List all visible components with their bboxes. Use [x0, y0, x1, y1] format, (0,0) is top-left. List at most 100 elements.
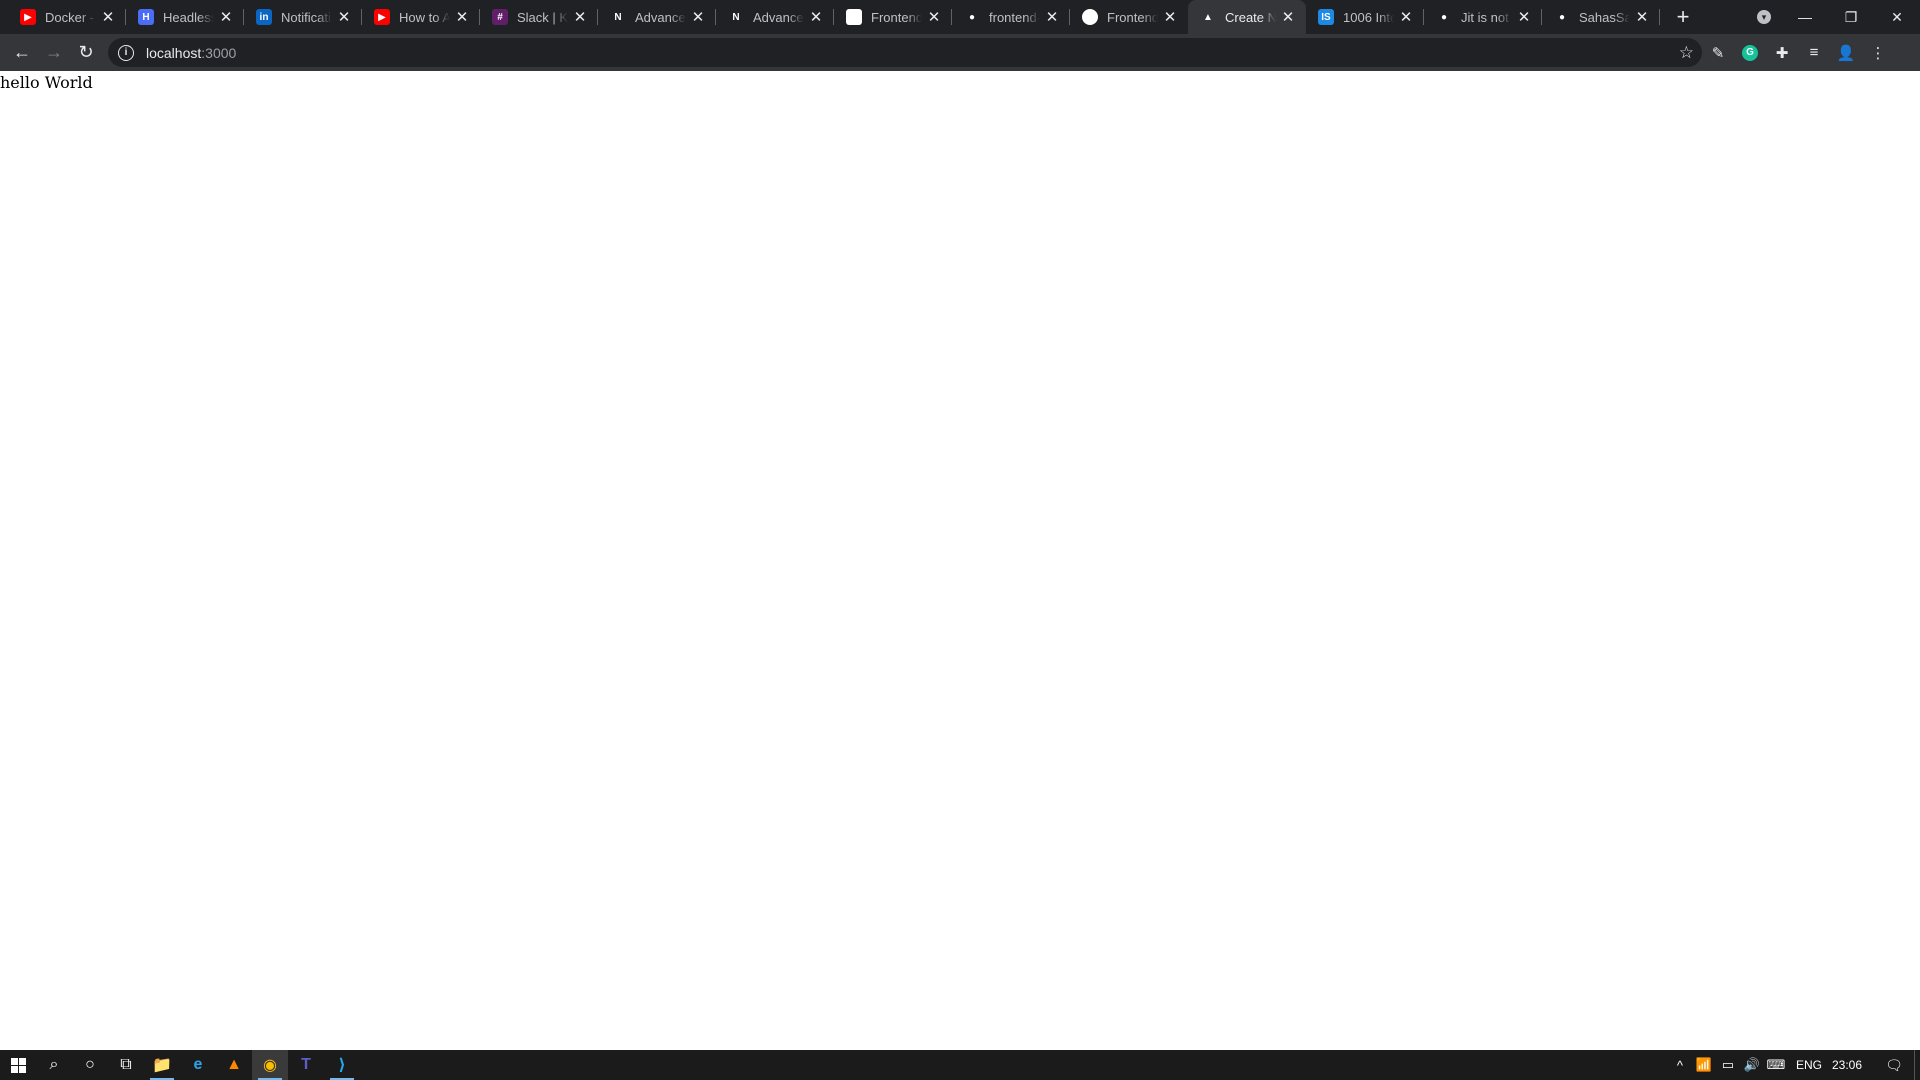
close-tab-icon[interactable]: ✕ [1516, 9, 1532, 26]
browser-tab[interactable]: ● frontend- ✕ [952, 0, 1070, 34]
page-body-text: hello World [0, 73, 93, 92]
teams-icon: T [301, 1056, 311, 1073]
github-icon: ● [1554, 9, 1570, 25]
circle-icon [1082, 9, 1098, 25]
close-tab-icon[interactable]: ✕ [1044, 9, 1060, 26]
taskbar-app-edge[interactable]: e [180, 1050, 216, 1080]
tab-title: How to Ac [399, 9, 450, 25]
tab-title: SahasSau [1579, 9, 1630, 25]
file-explorer-icon: 📁 [152, 1057, 172, 1074]
vercel-icon: ▲ [1200, 9, 1216, 25]
profile-avatar-icon[interactable]: 👤 [1830, 37, 1862, 69]
start-button[interactable] [0, 1050, 36, 1080]
vlc-icon: ▲ [226, 1056, 242, 1073]
close-window-button[interactable]: ✕ [1874, 0, 1920, 34]
close-tab-icon[interactable]: ✕ [808, 9, 824, 26]
tab-search-button[interactable]: ▾ [1746, 0, 1782, 34]
browser-tab[interactable]: N Advanced✕ [598, 0, 716, 34]
close-tab-icon[interactable]: ✕ [1162, 9, 1178, 26]
browser-tab[interactable]: Frontend ✕ [834, 0, 952, 34]
chrome-icon: ◉ [263, 1057, 277, 1074]
document-icon [846, 9, 862, 25]
close-tab-icon[interactable]: ✕ [572, 9, 588, 26]
tab-title: 1006 Inte [1343, 9, 1394, 25]
task-view-icon[interactable]: ⧉ [108, 1050, 144, 1080]
tab-title: Jit is not [1461, 9, 1509, 25]
browser-tab[interactable]: ▶ How to Ac✕ [362, 0, 480, 34]
edge-icon: e [193, 1056, 203, 1073]
tab-title: Docker - T [45, 9, 96, 25]
volume-icon[interactable]: 🔊 [1740, 1057, 1764, 1073]
forward-button[interactable]: → [38, 37, 70, 69]
pinned-apps: 📁 e ▲ ◉ T ⟩ [144, 1050, 360, 1080]
url-text[interactable]: localhost:3000 [146, 45, 1679, 61]
clock[interactable]: 23:06 [1832, 1058, 1862, 1072]
bookmark-star-icon[interactable]: ☆ [1679, 43, 1694, 63]
window-controls: ▾ — ❐ ✕ [1746, 0, 1920, 34]
youtube-icon: ▶ [374, 9, 390, 25]
vscode-icon: ⟩ [338, 1057, 346, 1074]
wifi-icon[interactable]: 📶 [1692, 1057, 1716, 1073]
headless-icon: H [138, 9, 154, 25]
taskbar-app-vlc[interactable]: ▲ [216, 1050, 252, 1080]
tab-title: Frontend [1107, 9, 1158, 25]
site-info-icon[interactable]: i [118, 44, 134, 61]
minimize-button[interactable]: — [1782, 0, 1828, 34]
tab-title: frontend- [989, 9, 1040, 25]
taskbar-app-file-explorer[interactable]: 📁 [144, 1050, 180, 1080]
pen-extension-icon[interactable]: ✎ [1702, 37, 1734, 69]
close-tab-icon[interactable]: ✕ [218, 9, 234, 26]
windows-logo-icon [10, 1057, 26, 1073]
tray-overflow-chevron-icon[interactable]: ^ [1668, 1058, 1692, 1073]
browser-toolbar: ← → ↻ i localhost:3000 ☆ ✎ G ✚ ≡ 👤 ⋮ [0, 34, 1920, 71]
battery-icon[interactable]: ▭ [1716, 1057, 1740, 1073]
github-icon: ● [1436, 9, 1452, 25]
close-tab-icon[interactable]: ✕ [690, 9, 706, 26]
extensions-puzzle-icon[interactable]: ✚ [1766, 37, 1798, 69]
browser-tab[interactable]: ● Jit is not ✕ [1424, 0, 1542, 34]
browser-tab[interactable]: in Notificatio✕ [244, 0, 362, 34]
search-icon[interactable]: ⌕ [36, 1050, 72, 1080]
nextjs-icon: N [728, 9, 744, 25]
close-tab-icon[interactable]: ✕ [454, 9, 470, 26]
tab-title: Advanced [635, 9, 686, 25]
taskbar-app-teams[interactable]: T [288, 1050, 324, 1080]
taskbar-app-vscode[interactable]: ⟩ [324, 1050, 360, 1080]
taskbar-app-chrome[interactable]: ◉ [252, 1050, 288, 1080]
browser-tab[interactable]: IS 1006 Inte ✕ [1306, 0, 1424, 34]
page-viewport: hello World [0, 71, 1920, 1050]
show-desktop-button[interactable] [1914, 1050, 1920, 1080]
tab-title: Frontend [871, 9, 922, 25]
cortana-icon[interactable]: ○ [72, 1050, 108, 1080]
close-tab-icon[interactable]: ✕ [1634, 9, 1650, 26]
browser-menu-icon[interactable]: ⋮ [1862, 37, 1894, 69]
grammarly-extension-button[interactable]: G [1734, 37, 1766, 69]
action-center-icon[interactable]: 🗨 [1874, 1057, 1914, 1074]
tab-strip: ▶Docker - T✕HHeadless✕inNotificatio✕ ▶ How… [0, 0, 1920, 34]
browser-tab[interactable]: H Headless ✕ [126, 0, 244, 34]
browser-tab[interactable]: ▶ Docker - T✕ [8, 0, 126, 34]
new-tab-button[interactable]: + [1666, 0, 1700, 34]
back-button[interactable]: ← [6, 37, 38, 69]
tab-list: ▶Docker - T✕HHeadless✕inNotificatio✕ ▶ How… [0, 0, 1660, 34]
close-tab-icon[interactable]: ✕ [1280, 9, 1296, 26]
browser-tab[interactable]: ● SahasSau✕ [1542, 0, 1660, 34]
input-language[interactable]: ENG [1796, 1058, 1822, 1072]
tab-title: Create Ne [1225, 9, 1276, 25]
browser-tab[interactable]: ▲ Create Ne✕ [1188, 0, 1306, 34]
touch-keyboard-icon[interactable]: ⌨ [1764, 1057, 1788, 1073]
address-bar[interactable]: i localhost:3000 ☆ [108, 38, 1702, 67]
reload-button[interactable]: ↻ [70, 37, 102, 69]
ms-icon: IS [1318, 9, 1334, 25]
restore-button[interactable]: ❐ [1828, 0, 1874, 34]
close-tab-icon[interactable]: ✕ [336, 9, 352, 26]
media-control-icon[interactable]: ≡ [1798, 37, 1830, 69]
browser-tab[interactable]: # Slack | Ke✕ [480, 0, 598, 34]
browser-tab[interactable]: Frontend ✕ [1070, 0, 1188, 34]
tab-title: Notificatio [281, 9, 332, 25]
close-tab-icon[interactable]: ✕ [100, 9, 116, 26]
close-tab-icon[interactable]: ✕ [926, 9, 942, 26]
browser-tab[interactable]: N Advanced✕ [716, 0, 834, 34]
tab-title: Slack | Ke [517, 9, 568, 25]
close-tab-icon[interactable]: ✕ [1398, 9, 1414, 26]
